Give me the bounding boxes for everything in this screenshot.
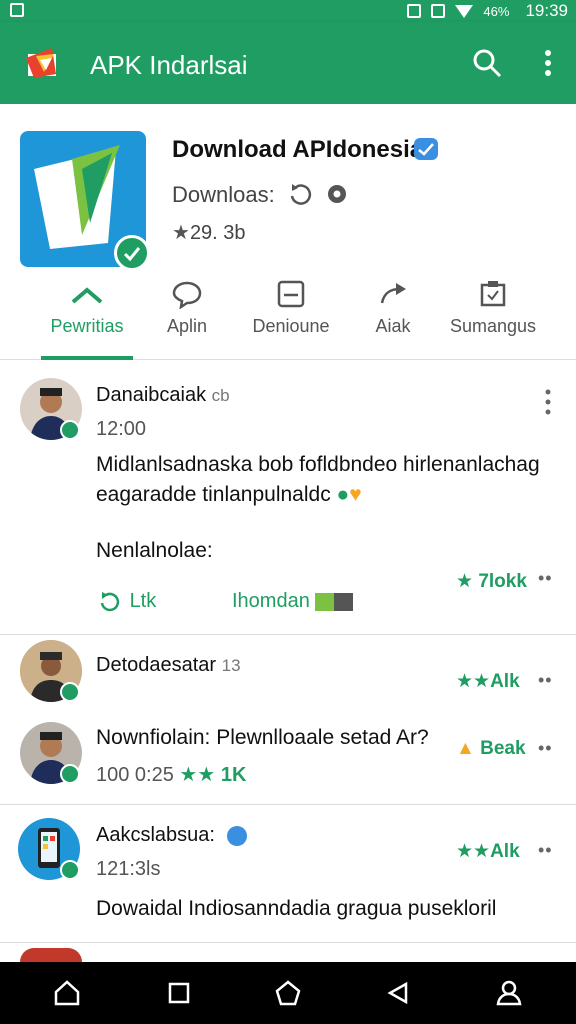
- tab-aplin[interactable]: Aplin: [132, 272, 242, 360]
- signal-icon: [407, 4, 422, 18]
- tab-label: Sumangus: [449, 316, 537, 336]
- post-author[interactable]: Nownfiolain: Plewnlloaale setad Ar?: [96, 726, 429, 750]
- post-time: 12:00: [96, 418, 147, 440]
- post-sub: 100 0:25 ★★ 1K: [96, 764, 247, 786]
- app-rating: ★29. 3b: [172, 222, 246, 244]
- app-header: Download APIdonesia Downloas: ★29. 3b Pe…: [0, 104, 576, 360]
- battery-percent: 46%: [483, 3, 510, 19]
- refresh-like-icon: [100, 591, 120, 611]
- settings-icon[interactable]: [324, 182, 350, 206]
- verified-badge-icon: [60, 682, 80, 702]
- like-button[interactable]: Ltk: [98, 590, 156, 613]
- fire-emoji-icon: ▲: [456, 738, 475, 759]
- divider: [0, 942, 576, 943]
- post-text: Midlanlsadnaska bob fofldbndeo hirlenanl…: [96, 453, 540, 506]
- divider: [0, 634, 576, 635]
- status-bar: 46% 19:39: [0, 0, 576, 22]
- avatar-partial: [20, 948, 82, 962]
- clock: 19:39: [525, 1, 568, 20]
- app-logo-icon: [26, 48, 56, 78]
- heart-emoji-icon: ♥: [349, 483, 362, 506]
- tab-label: Pewritias: [50, 316, 124, 336]
- system-nav-bar: [0, 962, 576, 1024]
- post-author[interactable]: Aakcslabsua:: [96, 824, 247, 847]
- app-icon: [20, 131, 150, 271]
- tab-aiak[interactable]: Aiak: [338, 272, 448, 360]
- tab-bar: Pewritias Aplin Denioune Aiak Sumangus: [0, 272, 576, 360]
- more-vert-icon[interactable]: [545, 388, 551, 416]
- post-author[interactable]: Danaibcaiak cb: [96, 384, 230, 407]
- app-bar: APK Indarlsai: [0, 22, 576, 104]
- active-tab-indicator: [41, 356, 133, 360]
- home-icon[interactable]: [52, 978, 82, 1008]
- sim-icon: [431, 4, 446, 18]
- tab-pewritias[interactable]: Pewritias: [32, 272, 142, 360]
- tab-sumangus[interactable]: Sumangus: [438, 272, 548, 360]
- wifi-icon: [455, 4, 474, 18]
- back-icon[interactable]: [382, 978, 412, 1008]
- notification-icon: [10, 3, 24, 17]
- tab-label: Aiak: [375, 316, 411, 336]
- emoji-icon: ●: [336, 483, 350, 506]
- star-icon: ★: [172, 222, 190, 244]
- chevron-up-icon: [71, 287, 103, 304]
- search-icon[interactable]: [472, 48, 502, 78]
- more-horiz-icon[interactable]: ••: [538, 568, 553, 589]
- download-button[interactable]: Ihomdan: [232, 590, 354, 613]
- verified-icon: [226, 825, 247, 846]
- post-author[interactable]: Detodaesatar 13: [96, 654, 241, 677]
- circle-home-icon[interactable]: [273, 978, 303, 1008]
- clipboard-icon: [480, 281, 506, 307]
- divider: [0, 804, 576, 805]
- app-bar-title: APK Indarlsai: [90, 50, 248, 80]
- post-rating: ▲ Beak: [456, 738, 526, 759]
- tab-label: Aplin: [166, 316, 208, 336]
- post-rating: ★★Alk: [456, 841, 520, 862]
- chat-bubble-icon: [172, 281, 202, 309]
- flag-icon: [315, 592, 354, 611]
- profile-icon[interactable]: [494, 978, 524, 1008]
- more-horiz-icon[interactable]: ••: [538, 738, 553, 759]
- verified-badge-icon: [60, 764, 80, 784]
- post-time: 121:3ls: [96, 858, 161, 880]
- app-name: Download APIdonesia: [172, 136, 424, 163]
- post-rating: ★ 7lokk: [456, 571, 527, 592]
- verified-badge-icon: [60, 420, 80, 440]
- more-vert-icon[interactable]: [538, 48, 558, 78]
- recents-icon[interactable]: [164, 978, 194, 1008]
- downloads-label: Downloas:: [172, 182, 275, 207]
- post-text: Dowaidal Indiosanndadia gragua puseklori…: [96, 897, 497, 920]
- post-rating: ★★Alk: [456, 671, 520, 692]
- share-arrow-icon: [380, 283, 406, 304]
- tab-label: Denioune: [252, 316, 330, 336]
- app-icon-badge: [114, 235, 150, 271]
- more-horiz-icon[interactable]: ••: [538, 840, 553, 861]
- post-text-tail: Nenlalnolae:: [96, 539, 213, 562]
- verified-icon: [414, 138, 438, 160]
- verified-badge-icon: [60, 860, 80, 880]
- refresh-icon[interactable]: [288, 182, 314, 206]
- more-horiz-icon[interactable]: ••: [538, 670, 553, 691]
- tab-denioune[interactable]: Denioune: [236, 272, 346, 360]
- window-icon: [277, 280, 305, 308]
